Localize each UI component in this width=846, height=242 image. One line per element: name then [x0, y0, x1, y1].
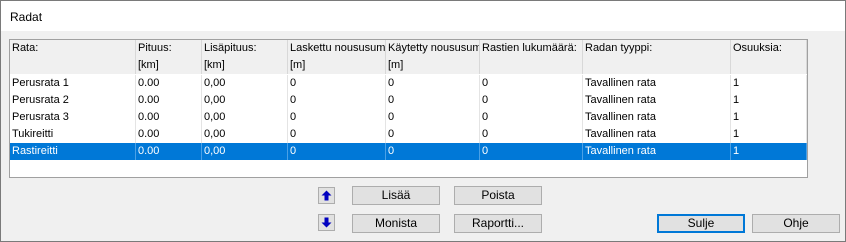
table-cell[interactable]: 0.00	[136, 92, 202, 109]
table-row[interactable]: Perusrata 3 0.00 0,00 0 0 0 Tavallinen r…	[10, 109, 807, 126]
table-cell[interactable]: 0	[288, 75, 386, 92]
table-cell[interactable]: Tavallinen rata	[583, 126, 731, 143]
table-cell[interactable]: 1	[731, 143, 807, 160]
unit-cell: [m]	[288, 57, 386, 74]
arrow-up-icon	[321, 190, 332, 201]
table-cell[interactable]: 0	[480, 92, 583, 109]
table-cell[interactable]: 0,00	[202, 143, 288, 160]
column-header-lisapituus[interactable]: Lisäpituus:	[202, 40, 288, 57]
table-cell[interactable]: 0.00	[136, 75, 202, 92]
column-header-radan-tyyppi[interactable]: Radan tyyppi:	[583, 40, 731, 57]
table-cell[interactable]: 1	[731, 75, 807, 92]
table-cell[interactable]: Tukireitti	[10, 126, 136, 143]
table-cell[interactable]: Perusrata 3	[10, 109, 136, 126]
table-cell[interactable]: 0	[288, 92, 386, 109]
table-cell[interactable]: Tavallinen rata	[583, 75, 731, 92]
table-units-row: [km] [km] [m] [m]	[10, 57, 807, 74]
table-cell[interactable]: Perusrata 1	[10, 75, 136, 92]
table-cell[interactable]: 1	[731, 92, 807, 109]
table-cell[interactable]: 0	[480, 75, 583, 92]
table-cell[interactable]: 0	[480, 143, 583, 160]
table-cell[interactable]: 0	[386, 126, 480, 143]
unit-cell: [km]	[202, 57, 288, 74]
table-cell[interactable]: 1	[731, 126, 807, 143]
radat-dialog: Radat Rata: Pituus: Lisäpituus: Laskettu…	[0, 0, 846, 242]
arrow-down-icon	[321, 217, 332, 228]
table-row[interactable]: Tukireitti 0.00 0,00 0 0 0 Tavallinen ra…	[10, 126, 807, 143]
column-header-rata[interactable]: Rata:	[10, 40, 136, 57]
column-header-pituus[interactable]: Pituus:	[136, 40, 202, 57]
table-cell[interactable]: 0,00	[202, 126, 288, 143]
table-cell[interactable]: 0,00	[202, 92, 288, 109]
table-cell[interactable]: 1	[731, 109, 807, 126]
table-cell[interactable]: Rastireitti	[10, 143, 136, 160]
duplicate-button[interactable]: Monista	[352, 214, 440, 233]
report-button[interactable]: Raportti...	[454, 214, 542, 233]
table-cell[interactable]: 0,00	[202, 75, 288, 92]
column-header-laskettu-nousu[interactable]: Laskettu noususumma	[288, 40, 386, 57]
table-cell[interactable]: 0	[386, 109, 480, 126]
table-cell[interactable]: 0.00	[136, 109, 202, 126]
table-cell[interactable]: Tavallinen rata	[583, 143, 731, 160]
unit-cell	[583, 57, 731, 74]
table-cell[interactable]: 0,00	[202, 109, 288, 126]
table-cell[interactable]: Tavallinen rata	[583, 92, 731, 109]
table-row[interactable]: Perusrata 1 0.00 0,00 0 0 0 Tavallinen r…	[10, 75, 807, 92]
table-cell[interactable]: 0	[386, 92, 480, 109]
table-row[interactable]: Perusrata 2 0.00 0,00 0 0 0 Tavallinen r…	[10, 92, 807, 109]
title-bar[interactable]: Radat	[1, 1, 845, 31]
unit-cell: [m]	[386, 57, 480, 74]
table-cell[interactable]: 0	[288, 126, 386, 143]
table-cell[interactable]: 0	[480, 126, 583, 143]
table-cell[interactable]: 0	[386, 143, 480, 160]
table-cell[interactable]: 0	[480, 109, 583, 126]
window-title: Radat	[10, 10, 43, 24]
table-cell[interactable]: 0	[288, 109, 386, 126]
help-button[interactable]: Ohje	[752, 214, 840, 233]
table-header-row: Rata: Pituus: Lisäpituus: Laskettu nousu…	[10, 40, 807, 57]
column-header-kaytetty-nousu[interactable]: Käytetty noususumma	[386, 40, 480, 57]
close-button[interactable]: Sulje	[657, 214, 745, 233]
table-cell[interactable]: 0.00	[136, 126, 202, 143]
move-down-button[interactable]	[318, 214, 335, 231]
table-cell[interactable]: Perusrata 2	[10, 92, 136, 109]
table-cell[interactable]: 0.00	[136, 143, 202, 160]
unit-cell	[731, 57, 807, 74]
move-up-button[interactable]	[318, 187, 335, 204]
unit-cell	[10, 57, 136, 74]
table-cell[interactable]: 0	[288, 143, 386, 160]
add-button[interactable]: Lisää	[352, 186, 440, 205]
unit-cell	[480, 57, 583, 74]
table-cell[interactable]: Tavallinen rata	[583, 109, 731, 126]
table-cell[interactable]: 0	[386, 75, 480, 92]
column-header-osuuksia[interactable]: Osuuksia:	[731, 40, 807, 57]
unit-cell: [km]	[136, 57, 202, 74]
remove-button[interactable]: Poista	[454, 186, 542, 205]
column-header-rastien-lukumaara[interactable]: Rastien lukumäärä:	[480, 40, 583, 57]
courses-table[interactable]: Rata: Pituus: Lisäpituus: Laskettu nousu…	[9, 39, 808, 178]
table-row-selected[interactable]: Rastireitti 0.00 0,00 0 0 0 Tavallinen r…	[10, 143, 807, 160]
